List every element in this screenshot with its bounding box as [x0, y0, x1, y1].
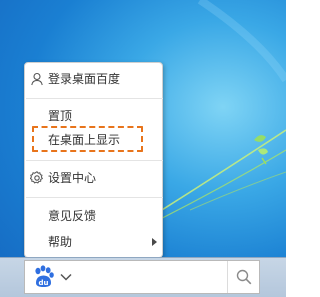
- menu-separator: [26, 197, 163, 198]
- baidu-paw-icon[interactable]: du: [33, 265, 55, 289]
- menu-separator: [26, 160, 163, 161]
- user-icon: [31, 72, 43, 86]
- menu-item-label: 设置中心: [48, 171, 97, 185]
- highlight-box: [32, 126, 143, 152]
- menu-item-login[interactable]: 登录桌面百度: [25, 68, 162, 90]
- baidu-search-bar[interactable]: du: [24, 260, 260, 294]
- gear-icon: [30, 171, 43, 184]
- menu-item-settings[interactable]: 设置中心: [25, 167, 162, 189]
- search-icon: [236, 269, 252, 285]
- menu-separator: [26, 98, 163, 99]
- context-menu: 登录桌面百度 置顶 在桌面上显示 设置中心 意见反馈 帮助: [24, 62, 163, 258]
- menu-item-pin-top[interactable]: 置顶: [25, 105, 162, 127]
- menu-item-label: 意见反馈: [48, 209, 97, 223]
- menu-item-label: 登录桌面百度: [48, 72, 121, 86]
- menu-item-help[interactable]: 帮助: [25, 231, 162, 253]
- baidu-logo-text: du: [39, 279, 49, 287]
- menu-item-label: 帮助: [48, 235, 73, 249]
- search-button[interactable]: [227, 261, 259, 293]
- menu-item-label: 置顶: [48, 109, 73, 123]
- menu-item-feedback[interactable]: 意见反馈: [25, 205, 162, 227]
- chevron-down-icon[interactable]: [60, 273, 72, 281]
- chevron-right-icon: [152, 238, 157, 246]
